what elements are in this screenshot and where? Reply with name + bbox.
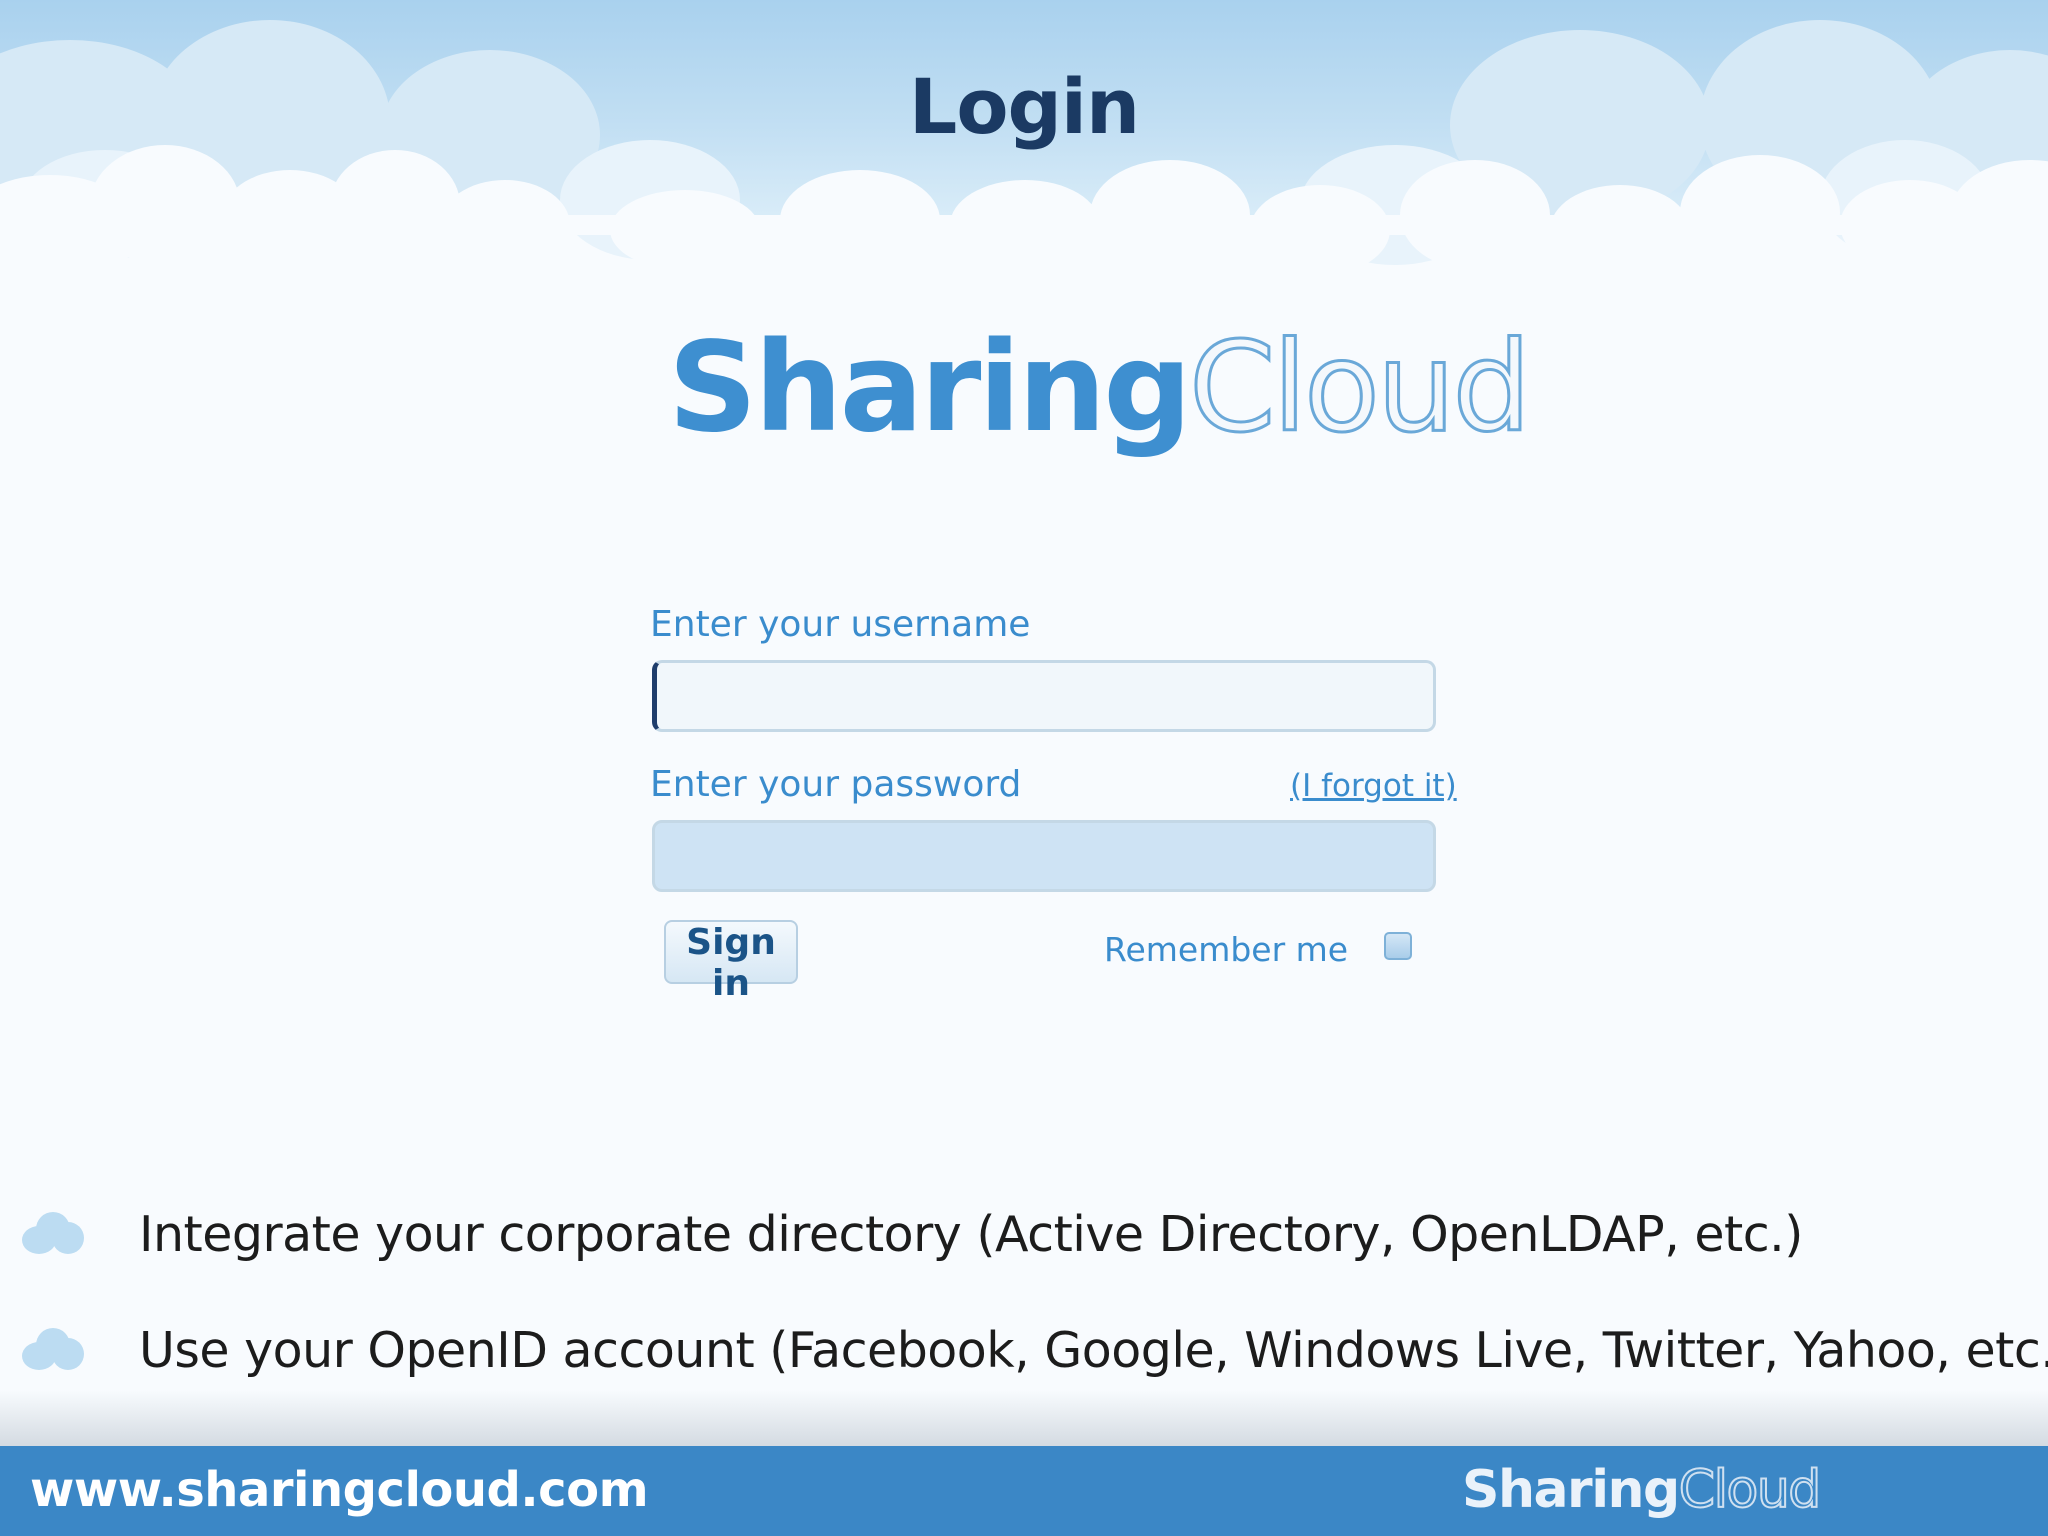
footer-bar: www.sharingcloud.com SharingCloud <box>0 1446 2048 1536</box>
bullet-text-directory: Integrate your corporate directory (Acti… <box>139 1206 1803 1263</box>
remember-me-checkbox[interactable] <box>1384 932 1412 960</box>
slide: Login SharingCloud Enter your username E… <box>0 0 2048 1536</box>
footer-logo-sharing-text: Sharing <box>1462 1460 1680 1520</box>
slide-title: Login <box>908 62 1140 151</box>
logo-sharing-text: Sharing <box>668 316 1192 460</box>
sharingcloud-logo: SharingCloud <box>668 316 1533 460</box>
footer-logo: SharingCloud <box>1462 1459 1823 1521</box>
cloud-bullet-icon <box>22 1328 84 1370</box>
remember-me-label: Remember me <box>1104 930 1349 969</box>
sign-in-button[interactable]: Sign in <box>664 920 798 1004</box>
forgot-password-link[interactable]: (I forgot it) <box>1290 768 1457 804</box>
username-label: Enter your username <box>650 604 1031 645</box>
footer-url: www.sharingcloud.com <box>30 1462 649 1518</box>
password-label: Enter your password <box>650 764 1022 805</box>
footer-shade <box>0 1390 2048 1446</box>
username-input[interactable] <box>652 660 1436 732</box>
cloud-bullet-icon <box>22 1212 84 1254</box>
footer-logo-cloud-text: Cloud <box>1678 1459 1823 1521</box>
password-input[interactable] <box>652 820 1436 892</box>
logo-cloud-text: Cloud <box>1187 316 1532 460</box>
bullet-text-openid: Use your OpenID account (Facebook, Googl… <box>139 1322 2048 1379</box>
